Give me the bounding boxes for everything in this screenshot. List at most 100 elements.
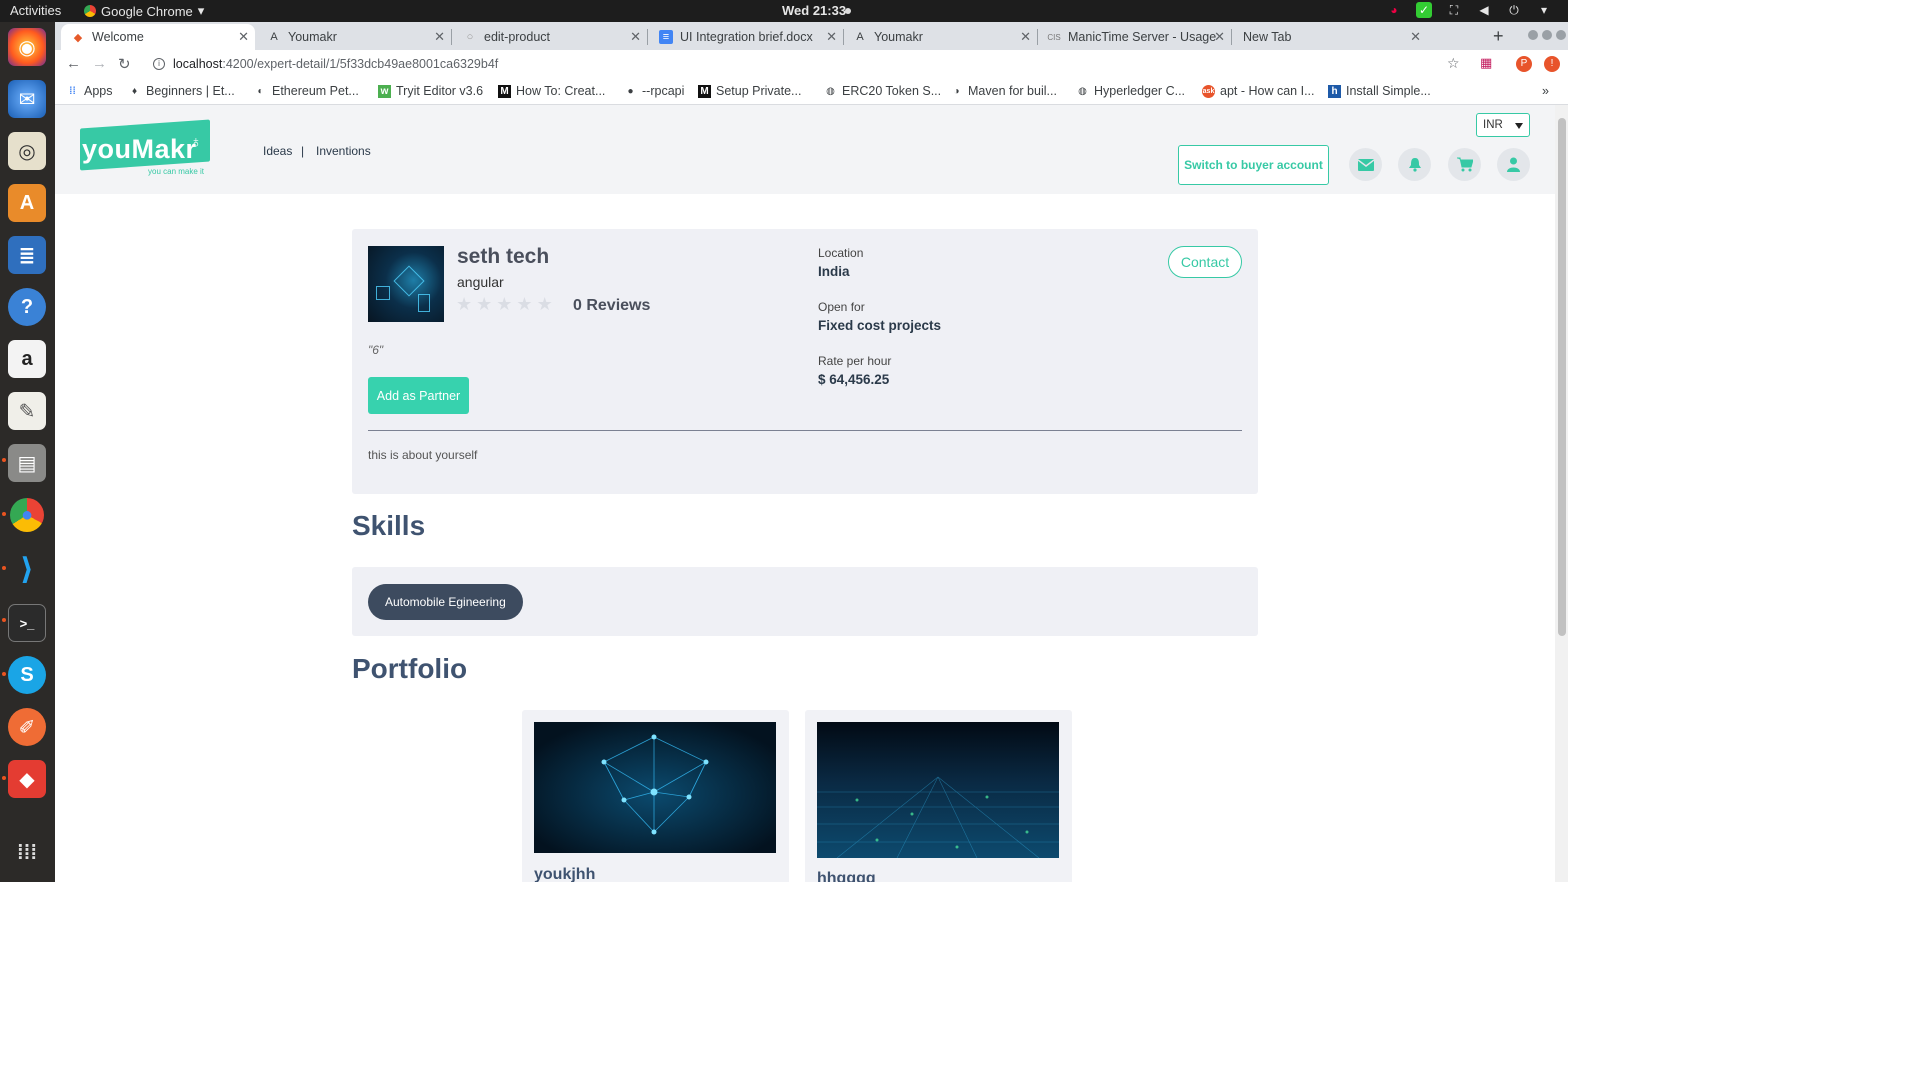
bookmark-label: Tryit Editor v3.6 (396, 84, 484, 98)
bookmark-item[interactable]: ◐ Ethereum Pet... (254, 84, 358, 98)
chrome-dock-icon[interactable]: ● (10, 498, 44, 532)
extension-icon[interactable]: ▦ (1480, 55, 1492, 71)
terminal-icon[interactable]: >_ (8, 604, 46, 642)
amazon-icon[interactable]: a (8, 340, 46, 378)
minimize-button[interactable] (1528, 30, 1538, 40)
activities-button[interactable]: Activities (10, 3, 61, 18)
bookmarks-overflow-icon[interactable]: » (1542, 84, 1549, 98)
update-icon[interactable]: ◕ (1386, 2, 1402, 18)
thunderbird-icon[interactable]: ✉ (8, 80, 46, 118)
network-icon[interactable]: ⛶ (1446, 2, 1462, 18)
close-icon[interactable]: ✕ (1410, 29, 1421, 45)
portfolio-item[interactable]: hhgggg (805, 710, 1072, 882)
running-indicator (2, 776, 6, 780)
rate-value: $ 64,456.25 (818, 372, 890, 387)
maximize-button[interactable] (1542, 30, 1552, 40)
new-tab-button[interactable]: + (1493, 26, 1504, 47)
close-icon[interactable]: ✕ (826, 29, 837, 45)
info-icon[interactable]: i (153, 58, 165, 70)
switch-to-buyer-button[interactable]: Switch to buyer account (1178, 145, 1329, 185)
dock: ◉ ✉ ◎ A ≣ ? a ✎ ▤ ● ⟩ >_ S ✐ ◆ ⁞⁞⁞ (0, 22, 55, 882)
tab-manictime[interactable]: CIS ManicTime Server - Usage ✕ (1037, 24, 1232, 50)
currency-select[interactable]: INR (1476, 113, 1530, 137)
close-icon[interactable]: ✕ (434, 29, 445, 45)
clock[interactable]: Wed 21:33 (782, 3, 846, 18)
show-apps-icon[interactable]: ⁞⁞⁞ (8, 834, 46, 872)
scrollbar-thumb[interactable] (1558, 118, 1566, 636)
volume-icon[interactable]: ◀ (1476, 2, 1492, 18)
chrome-icon (84, 5, 96, 17)
profile-avatar[interactable]: P (1516, 56, 1532, 72)
writer-icon[interactable]: ≣ (8, 236, 46, 274)
portfolio-item[interactable]: youkjhh (522, 710, 789, 882)
nav-ideas[interactable]: Ideas (263, 144, 292, 158)
tab-welcome[interactable]: ◆ Welcome ✕ (61, 24, 255, 50)
rate-label: Rate per hour (818, 354, 892, 368)
text-editor-icon[interactable]: ✎ (8, 392, 46, 430)
tab-edit-product[interactable]: ○ edit-product ✕ (453, 24, 648, 50)
tab-youmakr-2[interactable]: A Youmakr ✕ (843, 24, 1038, 50)
help-icon[interactable]: ? (8, 288, 46, 326)
reload-icon[interactable]: ↻ (118, 55, 131, 73)
notifications-button[interactable] (1398, 148, 1431, 181)
close-icon[interactable]: ✕ (630, 29, 641, 45)
power-icon[interactable]: ⏻ (1506, 2, 1522, 18)
close-icon[interactable]: ✕ (1214, 29, 1225, 45)
bookmark-apps[interactable]: ⁞⁞ Apps (66, 84, 112, 98)
firefox-icon[interactable]: ◉ (8, 28, 46, 66)
rhythmbox-icon[interactable]: ◎ (8, 132, 46, 170)
contact-button[interactable]: Contact (1168, 246, 1242, 278)
close-icon[interactable]: ✕ (1020, 29, 1031, 45)
messages-button[interactable] (1349, 148, 1382, 181)
open-for-value: Fixed cost projects (818, 318, 942, 333)
forward-arrow-icon[interactable]: → (92, 55, 107, 72)
back-arrow-icon[interactable]: ← (66, 55, 81, 72)
bookmark-item[interactable]: ♦ Beginners | Et... (128, 84, 235, 98)
skype-icon[interactable]: S (8, 656, 46, 694)
bookmark-item[interactable]: ◍ Hyperledger C... (1076, 84, 1185, 98)
system-tray: ◕ ✓ ⛶ ◀ ⏻ ▾ (1386, 2, 1552, 18)
tab-ui-integration[interactable]: ≡ UI Integration brief.docx ✕ (649, 24, 844, 50)
app-menu[interactable]: Google Chrome ▾ (84, 3, 204, 19)
bookmark-item[interactable]: M How To: Creat... (498, 84, 605, 98)
site-logo[interactable]: youMakr ♁ you can make it (80, 119, 210, 176)
bookmark-item[interactable]: ◑ Maven for buil... (950, 84, 1056, 98)
bookmark-item[interactable]: M Setup Private... (698, 84, 801, 98)
account-button[interactable] (1497, 148, 1530, 181)
bookmark-item[interactable]: ● --rpcapi (624, 84, 684, 98)
tab-new-tab[interactable]: New Tab ✕ (1233, 24, 1427, 50)
url-bar[interactable]: i localhost:4200/expert-detail/1/5f33dcb… (143, 52, 1473, 76)
bookmark-item[interactable]: ◍ ERC20 Token S... (824, 84, 941, 98)
postman-icon[interactable]: ✐ (8, 708, 46, 746)
vscode-icon[interactable]: ⟩ (8, 550, 46, 588)
update-menu-icon[interactable]: ! (1544, 56, 1560, 72)
ethereum-icon: ♦ (131, 85, 138, 97)
skill-chip[interactable]: Automobile Egineering (368, 584, 523, 620)
anydesk-icon[interactable]: ◆ (8, 760, 46, 798)
nav-inventions[interactable]: Inventions (316, 144, 371, 158)
bookmark-item[interactable]: w Tryit Editor v3.6 (378, 84, 483, 98)
tab-youmakr[interactable]: A Youmakr ✕ (257, 24, 452, 50)
close-icon[interactable]: ✕ (238, 29, 249, 45)
globe-icon: ○ (466, 31, 474, 43)
network-graphic (534, 722, 776, 853)
star-icon: ★ (516, 294, 533, 314)
tab-label: Welcome (92, 30, 144, 44)
star-icon[interactable]: ☆ (1447, 55, 1460, 72)
software-center-icon[interactable]: A (8, 184, 46, 222)
bookmark-label: apt - How can I... (1220, 84, 1315, 98)
cart-button[interactable] (1448, 148, 1481, 181)
bookmark-label: How To: Creat... (516, 84, 606, 98)
chevron-down-icon[interactable]: ▾ (1536, 2, 1552, 18)
files-icon[interactable]: ▤ (8, 444, 46, 482)
bookmark-label: Hyperledger C... (1094, 84, 1186, 98)
close-window-button[interactable] (1556, 30, 1566, 40)
user-icon (1507, 157, 1520, 172)
bookmark-item[interactable]: ask apt - How can I... (1202, 84, 1314, 98)
bookmark-item[interactable]: h Install Simple... (1328, 84, 1431, 98)
os-top-bar: Activities Google Chrome ▾ Wed 21:33 ◕ ✓… (0, 0, 1568, 22)
check-icon[interactable]: ✓ (1416, 2, 1432, 18)
add-partner-button[interactable]: Add as Partner (368, 377, 469, 414)
running-indicator (2, 566, 6, 570)
location-value: India (818, 264, 850, 279)
